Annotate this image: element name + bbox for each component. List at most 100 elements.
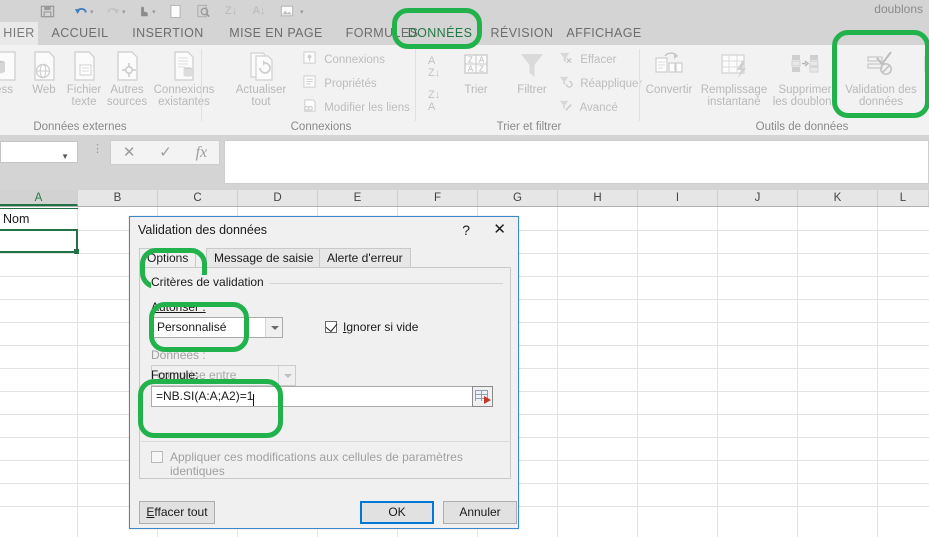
column-header-j[interactable]: J	[718, 190, 798, 206]
picture-icon[interactable]	[278, 2, 296, 20]
ribbon-button-effacer[interactable]: Effacer	[558, 51, 616, 69]
ribbon: ess Web Fichier texte Autres sources	[0, 45, 929, 136]
column-header-l[interactable]: L	[878, 190, 929, 206]
sort-desc-icon[interactable]: A↓	[250, 2, 268, 20]
group-separator	[201, 49, 202, 121]
touch-mode-dropdown-icon[interactable]: ▾	[152, 9, 156, 16]
fill-handle[interactable]	[74, 249, 79, 254]
tab-insertion[interactable]: INSERTION	[122, 22, 214, 45]
ribbon-button-label-line1: Autres	[110, 84, 144, 96]
annuler-button[interactable]: Annuler	[443, 501, 517, 524]
svg-text:A: A	[479, 56, 485, 65]
ribbon-group-title: Données externes	[33, 121, 127, 133]
sort-asc-icon[interactable]: Z↓	[222, 2, 240, 20]
column-header-c[interactable]: C	[158, 190, 238, 206]
tab-fichier[interactable]: HIER	[0, 22, 38, 45]
ribbon-button-supprimer-les-doublons[interactable]: Supprimer les doublons	[770, 48, 840, 108]
range-selector-icon[interactable]	[472, 386, 493, 407]
ribbon-group-connexions: Actualiser tout Connexions Propriétés Mo…	[226, 45, 416, 135]
ribbon-button-trier[interactable]: ZAAZ Trier	[452, 48, 500, 96]
ignorer-si-vide-checkbox[interactable]	[325, 319, 338, 333]
column-header-f[interactable]: F	[398, 190, 478, 206]
name-box[interactable]: ▼	[0, 141, 78, 163]
sort-dialog-icon: ZAAZ	[452, 50, 500, 82]
ok-button[interactable]: OK	[360, 501, 434, 524]
ribbon-button-autres-sources[interactable]: Autres sources	[99, 48, 155, 108]
chevron-down-icon[interactable]	[265, 318, 282, 337]
new-document-icon[interactable]	[166, 2, 184, 20]
gridline	[797, 207, 798, 537]
ribbon-button-proprietes[interactable]: Propriétés	[302, 75, 377, 93]
formula-input[interactable]	[224, 140, 929, 184]
tab-accueil[interactable]: ACCUEIL	[42, 22, 118, 45]
print-preview-icon[interactable]	[194, 2, 212, 20]
column-header-e[interactable]: E	[318, 190, 398, 206]
column-header-b[interactable]: B	[78, 190, 158, 206]
touch-mode-icon[interactable]	[134, 2, 152, 20]
autoriser-combo[interactable]: Personnalisé	[151, 317, 283, 338]
ribbon-button-label-line2: existantes	[158, 96, 210, 108]
ribbon-group-trier-et-filtrer: A Z↓ Z↓ A ZAAZ Trier Filtrer Effacer Réapp…	[418, 45, 642, 135]
tab-options[interactable]: Options	[139, 248, 197, 268]
ribbon-button-label-line2: sources	[106, 96, 148, 108]
chevron-down-icon[interactable]	[278, 366, 295, 385]
ribbon-button-validation-des-donnees[interactable]: Validation des données	[842, 48, 920, 108]
formule-input[interactable]: =NB.SI(A:A;A2)=1	[151, 386, 488, 407]
tab-message-de-saisie[interactable]: Message de saisie	[206, 248, 322, 268]
ribbon-button-actualiser-tout[interactable]: Actualiser tout	[230, 48, 292, 108]
ribbon-button-avance[interactable]: Avancé	[558, 99, 618, 117]
undo-dropdown-icon[interactable]: ▾	[90, 9, 94, 16]
appliquer-modifications-checkbox[interactable]	[151, 451, 163, 463]
tab-revision[interactable]: RÉVISION	[482, 22, 562, 45]
ribbon-button-label-line2: instantané	[707, 96, 761, 108]
ignorer-si-vide-label: Ignorer si vide	[343, 320, 419, 334]
appliquer-modifications-label: Appliquer ces modifications aux cellules…	[170, 450, 463, 478]
ribbon-button-label: Filtrer	[517, 84, 547, 96]
undo-icon[interactable]	[72, 2, 90, 20]
ribbon-button-label-line1: Connexions	[153, 84, 215, 96]
column-header-k[interactable]: K	[798, 190, 878, 206]
data-validation-dialog: Validation des données ? ✕ Options Messa…	[129, 216, 519, 529]
redo-dropdown-icon[interactable]: ▾	[122, 9, 126, 16]
column-header-a[interactable]: A	[0, 190, 78, 206]
column-selection-indicator	[0, 208, 78, 209]
redo-icon[interactable]	[104, 2, 122, 20]
cell-a1[interactable]: Nom	[3, 212, 29, 226]
tab-mise-en-page[interactable]: MISE EN PAGE	[218, 22, 334, 45]
chevron-down-icon[interactable]: ▼	[61, 153, 69, 161]
help-icon[interactable]: ?	[462, 220, 470, 240]
ribbon-button-reappliquer[interactable]: Réappliquer	[558, 75, 642, 93]
filter-funnel-icon	[506, 50, 558, 82]
accept-icon[interactable]: ✓	[159, 145, 172, 160]
sort-az-icon[interactable]: A Z↓	[428, 55, 440, 79]
active-cell-a2[interactable]	[0, 229, 78, 253]
sort-za-icon[interactable]: Z↓ A	[428, 89, 440, 113]
qat-more-icon[interactable]: ▾	[300, 9, 304, 16]
ribbon-button-remplissage-instantane[interactable]: Remplissage instantané	[695, 48, 773, 108]
effacer-tout-button[interactable]: Effacer tout	[139, 501, 215, 524]
ribbon-button-label: Convertir	[645, 84, 693, 96]
ribbon-tabstrip: HIER ACCUEIL INSERTION MISE EN PAGE FORM…	[0, 22, 929, 45]
ribbon-button-connexions[interactable]: Connexions	[302, 51, 385, 69]
ribbon-button-label: Propriétés	[324, 78, 377, 90]
column-header-h[interactable]: H	[558, 190, 638, 206]
column-header-d[interactable]: D	[238, 190, 318, 206]
fx-icon[interactable]: fx	[196, 144, 208, 161]
save-icon[interactable]	[38, 2, 56, 20]
ribbon-button-modifier-les-liens[interactable]: Modifier les liens	[302, 99, 410, 117]
tab-alerte-d-erreur[interactable]: Alerte d'erreur	[319, 248, 411, 268]
column-header-g[interactable]: G	[478, 190, 558, 206]
cancel-icon[interactable]: ✕	[123, 145, 136, 160]
tab-affichage[interactable]: AFFICHAGE	[558, 22, 650, 45]
close-icon[interactable]: ✕	[493, 220, 506, 240]
column-header-i[interactable]: I	[638, 190, 718, 206]
tab-donnees[interactable]: DONNÉES	[398, 22, 482, 45]
ribbon-button-convertir[interactable]: Convertir	[642, 48, 696, 96]
ribbon-group-title: Trier et filtrer	[496, 121, 562, 133]
ribbon-button-filtrer[interactable]: Filtrer	[506, 48, 558, 96]
autoriser-label: Autoriser :	[151, 300, 206, 314]
formule-label-text: Formule:	[151, 368, 199, 382]
ribbon-group-title: Outils de données	[755, 121, 849, 133]
ribbon-button-outils-more[interactable]	[918, 48, 929, 84]
ribbon-button-connexions-existantes[interactable]: Connexions existantes	[150, 48, 218, 108]
